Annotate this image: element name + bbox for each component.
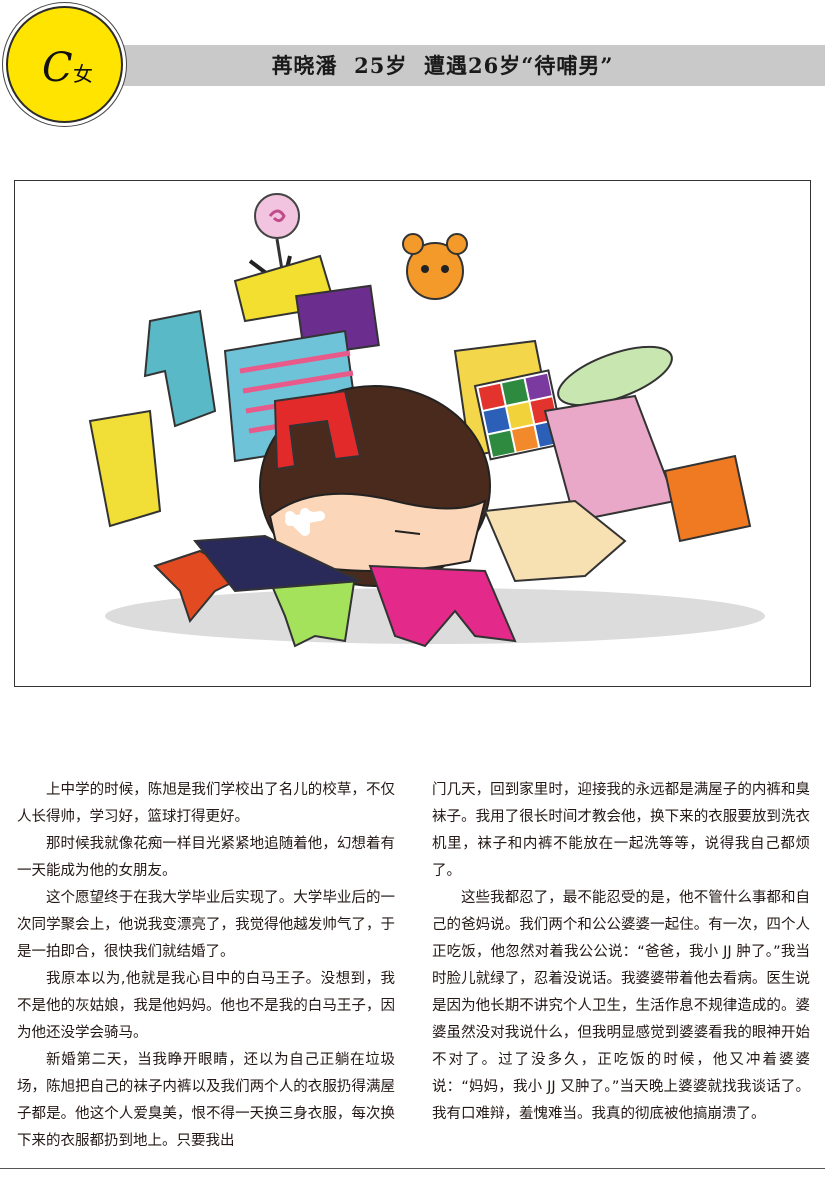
paragraph: 这个愿望终于在我大学毕业后实现了。大学毕业后的一次同学聚会上，他说我变漂亮了，我…: [17, 890, 395, 960]
badge-letter: C: [42, 45, 73, 91]
paragraph: 那时候我就像花痴一样目光紧紧地追随着他，幻想着有一天能成为他的女朋友。: [17, 836, 395, 879]
paragraph: 我原本以为,他就是我心目中的白马王子。没想到，我不是他的灰姑娘，我是他妈妈。他也…: [17, 971, 395, 1041]
teal-boot: [143, 309, 217, 428]
yellow-block: [88, 409, 162, 528]
orange-box: [663, 454, 752, 543]
bottom-rule: [0, 1168, 825, 1169]
badge-gender: 女: [73, 62, 93, 86]
article-title: 苒晓潘 25岁 遭遇26岁“待哺男”: [271, 53, 614, 78]
paragraph: 上中学的时候，陈旭是我们学校出了名儿的校草，不仅人长得帅，学习好，篮球打得更好。: [17, 782, 395, 825]
section-badge: C 女: [6, 6, 123, 123]
pink-swirl: [254, 193, 300, 239]
article-column-right: 门几天，回到家里时，迎接我的永远都是满屋子的内裤和臭袜子。我用了很长时间才教会他…: [432, 777, 810, 1128]
article-column-left: 上中学的时候，陈旭是我们学校出了名儿的校草，不仅人长得帅，学习好，篮球打得更好。…: [17, 777, 395, 1155]
paragraph: 这些我都忍了，最不能忍受的是，他不管什么事都和自己的爸妈说。我们两个和公公婆婆一…: [432, 890, 810, 1122]
paragraph: 新婚第二天，当我睁开眼睛，还以为自己正躺在垃圾场，陈旭把自己的袜子内裤以及我们两…: [17, 1052, 395, 1149]
paragraph-continuation: 门几天，回到家里时，迎接我的永远都是满屋子的内裤和臭袜子。我用了很长时间才教会他…: [432, 782, 810, 879]
illustration-frame: [14, 180, 811, 687]
cartoon-girl-buried-under-pile-of-clothes-illustration: [88, 193, 765, 648]
